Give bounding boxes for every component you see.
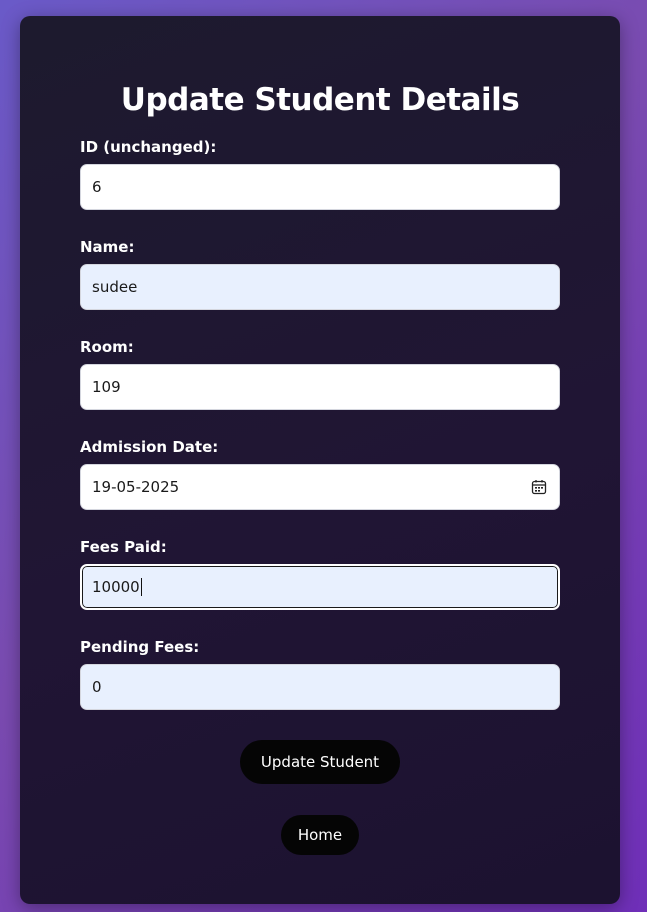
fees-paid-label: Fees Paid: [80,538,167,556]
id-label: ID (unchanged): [80,138,217,156]
id-value: 6 [92,178,102,196]
calendar-icon[interactable] [531,479,547,495]
pending-fees-value: 0 [92,678,102,696]
fees-paid-value: 10000 [92,578,140,596]
pending-fees-field[interactable]: 0 [80,664,560,710]
text-caret [140,578,142,596]
pending-fees-label: Pending Fees: [80,638,200,656]
page-title: Update Student Details [120,82,520,118]
admission-date-value: 19-05-2025 [92,478,180,496]
admission-date-label: Admission Date: [80,438,219,456]
home-button[interactable]: Home [281,815,359,855]
room-label: Room: [80,338,134,356]
name-value: sudee [92,278,138,296]
name-label: Name: [80,238,135,256]
id-field[interactable]: 6 [80,164,560,210]
room-field[interactable]: 109 [80,364,560,410]
room-value: 109 [92,378,121,396]
admission-date-field[interactable]: 19-05-2025 [80,464,560,510]
update-student-button[interactable]: Update Student [240,740,400,784]
update-form-card: Update Student Details ID (unchanged): 6… [20,16,620,904]
name-field[interactable]: sudee [80,264,560,310]
fees-paid-field[interactable]: 10000 [80,564,560,610]
